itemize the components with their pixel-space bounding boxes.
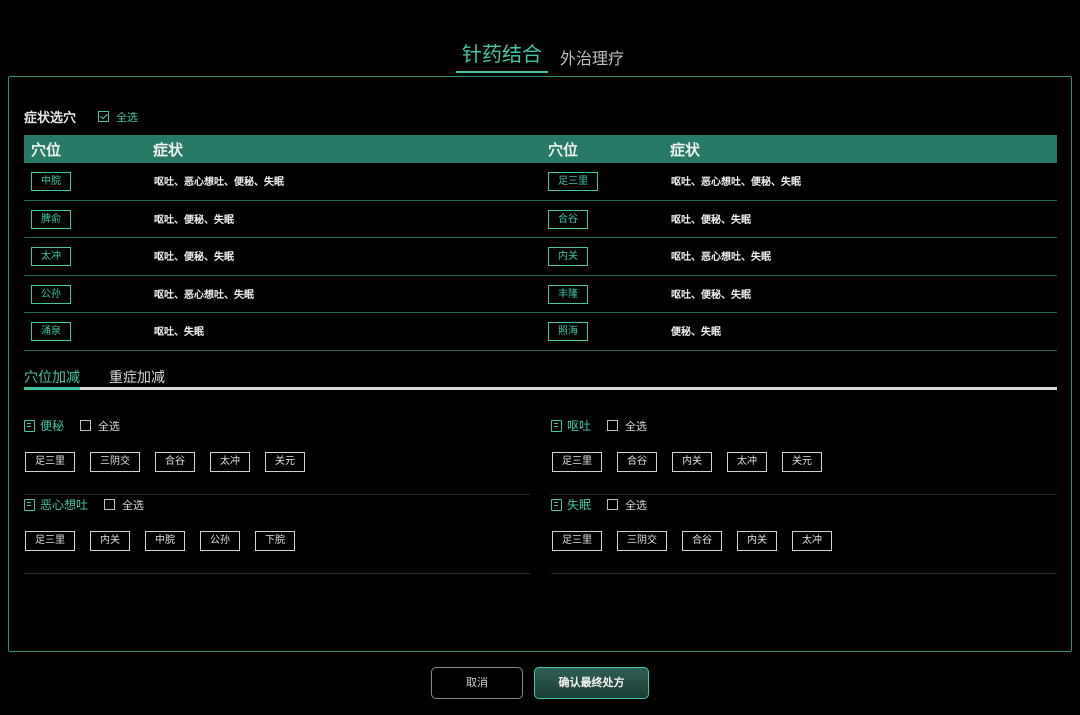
acupoint-chip[interactable]: 足三里: [25, 452, 75, 472]
acupoint-chip[interactable]: 中脘: [145, 531, 185, 551]
symptom-text: 呕吐、恶心想吐、便秘、失眠: [154, 177, 284, 188]
symptom-select-title: 症状选穴: [24, 111, 77, 126]
document-icon: [551, 498, 562, 511]
symptom-text: 呕吐、便秘、失眠: [671, 214, 751, 226]
acupoint-chip[interactable]: 关元: [265, 452, 305, 472]
group-select-all[interactable]: 全选: [607, 418, 647, 434]
select-all-label: 全选: [98, 419, 121, 433]
acupoint-tag[interactable]: 脾俞: [31, 209, 71, 229]
acupoint-chips: 足三里 三阴交 合谷 内关 太冲: [552, 531, 832, 551]
symptom-text: 呕吐、便秘、失眠: [154, 252, 234, 263]
group-name: 呕吐: [567, 419, 592, 433]
select-all-checkbox[interactable]: [98, 111, 110, 122]
acupoint-chip[interactable]: 合谷: [155, 452, 195, 472]
acupoint-tag[interactable]: 丰隆: [548, 284, 588, 304]
acupoint-chip[interactable]: 内关: [90, 531, 130, 551]
table-row: 脾俞 呕吐、便秘、失眠 合谷 呕吐、便秘、失眠: [24, 201, 1057, 238]
group-name: 恶心想吐: [40, 498, 89, 512]
acupoint-chip[interactable]: 关元: [782, 452, 822, 472]
acupoint-chip[interactable]: 足三里: [552, 531, 602, 551]
confirm-prescription-button[interactable]: 确认最终处方: [534, 667, 649, 699]
group-name: 便秘: [40, 419, 65, 433]
group-header: 恶心想吐 全选: [24, 496, 144, 513]
group-header: 失眠 全选: [551, 496, 647, 513]
acupoint-tag[interactable]: 内关: [548, 247, 588, 266]
acupoint-chip[interactable]: 太冲: [792, 531, 832, 551]
symptom-text: 呕吐、恶心想吐、失眠: [671, 252, 771, 263]
table-header: 穴位 症状 穴位 症状: [24, 135, 1057, 163]
acupoint-tag[interactable]: 公孙: [31, 284, 71, 304]
header-symptom-left: 症状: [153, 140, 184, 159]
group-select-all[interactable]: 全选: [607, 497, 647, 513]
acupoint-tag[interactable]: 中脘: [31, 172, 71, 191]
symptom-group-nausea: 恶心想吐 全选 足三里 内关 中脘 公孙 下脘: [24, 496, 530, 574]
symptom-text: 呕吐、便秘、失眠: [671, 289, 751, 301]
select-all-checkbox[interactable]: [80, 420, 92, 431]
group-select-all[interactable]: 全选: [104, 497, 144, 513]
table-row: 中脘 呕吐、恶心想吐、便秘、失眠 足三里 呕吐、恶心想吐、便秘、失眠: [24, 163, 1057, 201]
tab-acupuncture-medicine[interactable]: 针药结合: [455, 38, 548, 73]
header-symptom-right: 症状: [670, 140, 701, 159]
symptom-text: 便秘、失眠: [671, 327, 721, 338]
document-icon: [24, 498, 35, 511]
acupoint-chips: 足三里 合谷 内关 太冲 关元: [552, 452, 822, 472]
tab-underline: [24, 387, 1057, 390]
select-all-checkbox[interactable]: [104, 499, 116, 510]
acupoint-chip[interactable]: 下脘: [255, 531, 295, 551]
acupoint-chip[interactable]: 太冲: [210, 452, 250, 472]
acupoint-chip[interactable]: 足三里: [25, 531, 75, 551]
select-all-symptoms[interactable]: 全选: [98, 109, 138, 125]
main-panel: 症状选穴 全选 穴位 症状 穴位 症状 中脘 呕吐、恶心想吐、便秘、失眠 足三里…: [8, 76, 1072, 652]
acupoint-tag[interactable]: 合谷: [548, 209, 588, 229]
select-all-checkbox[interactable]: [607, 420, 619, 431]
select-all-label: 全选: [116, 110, 139, 124]
group-name: 失眠: [567, 498, 592, 512]
document-icon: [551, 419, 562, 432]
symptom-text: 呕吐、便秘、失眠: [154, 214, 234, 226]
symptom-group-vomiting: 呕吐 全选 足三里 合谷 内关 太冲 关元: [551, 417, 1057, 495]
table-row: 太冲 呕吐、便秘、失眠 内关 呕吐、恶心想吐、失眠: [24, 238, 1057, 276]
acupoint-chip[interactable]: 三阴交: [617, 531, 667, 551]
table-row: 涌泉 呕吐、失眠 照海 便秘、失眠: [24, 313, 1057, 351]
select-all-label: 全选: [122, 498, 145, 512]
symptom-text: 呕吐、恶心想吐、便秘、失眠: [671, 177, 801, 188]
symptom-text: 呕吐、恶心想吐、失眠: [154, 289, 254, 301]
group-select-all[interactable]: 全选: [80, 418, 120, 434]
acupoint-chip[interactable]: 公孙: [200, 531, 240, 551]
symptom-group-constipation: 便秘 全选 足三里 三阴交 合谷 太冲 关元: [24, 417, 530, 495]
acupoint-tag[interactable]: 照海: [548, 322, 588, 341]
acupoint-tag[interactable]: 涌泉: [31, 322, 71, 341]
acupoint-chip[interactable]: 内关: [672, 452, 712, 472]
acupoint-chip[interactable]: 足三里: [552, 452, 602, 472]
acupoint-tag[interactable]: 足三里: [548, 172, 598, 191]
tab-acupoint-adjust[interactable]: 穴位加减: [24, 367, 80, 387]
group-header: 便秘 全选: [24, 417, 120, 434]
select-all-label: 全选: [625, 419, 648, 433]
tab-severe-adjust[interactable]: 重症加减: [109, 367, 165, 387]
select-all-label: 全选: [625, 498, 648, 512]
acupoint-chip[interactable]: 合谷: [617, 452, 657, 472]
sub-tabs: 穴位加减 重症加减: [24, 367, 1057, 391]
header-acupoint-left: 穴位: [31, 140, 62, 159]
header-acupoint-right: 穴位: [548, 140, 579, 159]
tab-external-therapy[interactable]: 外治理疗: [560, 45, 624, 73]
select-all-checkbox[interactable]: [607, 499, 619, 510]
symptom-text: 呕吐、失眠: [154, 327, 204, 338]
cancel-button[interactable]: 取消: [431, 667, 523, 699]
table-row: 公孙 呕吐、恶心想吐、失眠 丰隆 呕吐、便秘、失眠: [24, 276, 1057, 313]
acupoint-tag[interactable]: 太冲: [31, 247, 71, 266]
acupoint-chip[interactable]: 合谷: [682, 531, 722, 551]
top-tabs: 针药结合 外治理疗: [0, 38, 1080, 73]
acupoint-symptom-table: 穴位 症状 穴位 症状 中脘 呕吐、恶心想吐、便秘、失眠 足三里 呕吐、恶心想吐…: [24, 135, 1057, 351]
document-icon: [24, 419, 35, 432]
group-header: 呕吐 全选: [551, 417, 647, 434]
acupoint-chip[interactable]: 内关: [737, 531, 777, 551]
symptom-select-header: 症状选穴 全选: [24, 107, 138, 127]
symptom-group-insomnia: 失眠 全选 足三里 三阴交 合谷 内关 太冲: [551, 496, 1057, 574]
acupoint-chip[interactable]: 太冲: [727, 452, 767, 472]
acupoint-chips: 足三里 内关 中脘 公孙 下脘: [25, 531, 295, 551]
tab-active-indicator: [24, 387, 80, 390]
acupoint-chips: 足三里 三阴交 合谷 太冲 关元: [25, 452, 305, 472]
acupoint-chip[interactable]: 三阴交: [90, 452, 140, 472]
